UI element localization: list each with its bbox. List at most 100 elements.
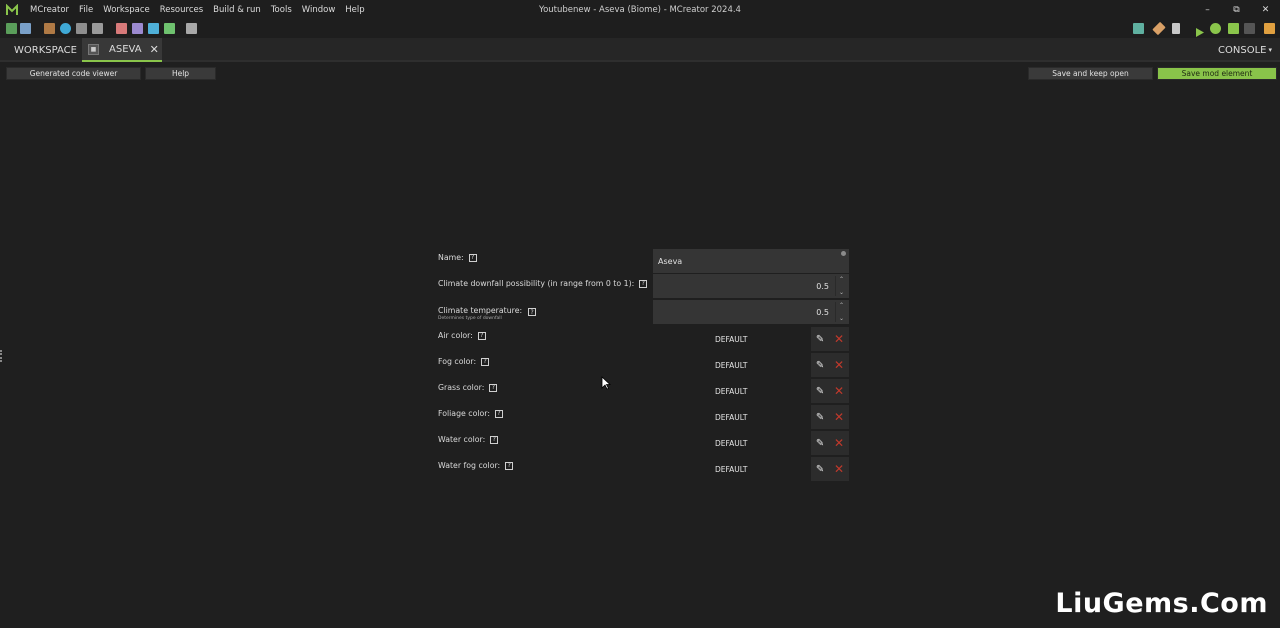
fog-color-value: DEFAULT	[715, 361, 748, 370]
tab-console-label: CONSOLE	[1218, 44, 1267, 56]
sync-icon[interactable]	[60, 23, 71, 34]
menu-workspace[interactable]: Workspace	[98, 5, 154, 15]
title-bar: MCreator File Workspace Resources Build …	[0, 0, 1280, 20]
help-question-icon[interactable]: ?	[468, 253, 477, 262]
menu-window[interactable]: Window	[297, 5, 341, 15]
export-mod-icon[interactable]	[1264, 23, 1275, 34]
water-fog-color-actions: ✎ ✕	[811, 457, 849, 481]
menu-build-run[interactable]: Build & run	[208, 5, 266, 15]
temperature-label-row: Climate temperature: ?	[438, 305, 537, 316]
downfall-spinner[interactable]: 0.5 ⌃ ⌄	[653, 274, 849, 298]
menu-file[interactable]: File	[74, 5, 98, 15]
spinner-arrows[interactable]: ⌃ ⌄	[835, 276, 847, 296]
air-color-value: DEFAULT	[715, 335, 748, 344]
hammer-icon[interactable]	[1172, 23, 1180, 34]
save-mod-element-button[interactable]: Save mod element	[1157, 67, 1277, 80]
temperature-spinner[interactable]: 0.5 ⌃ ⌄	[653, 300, 849, 324]
help-question-icon[interactable]: ?	[489, 383, 498, 392]
fog-color-label: Fog color:	[438, 357, 477, 366]
stop-icon[interactable]	[1244, 23, 1255, 34]
package-icon[interactable]	[44, 23, 55, 34]
tab-console[interactable]: CONSOLE ▾	[1218, 38, 1272, 62]
air-color-label: Air color:	[438, 331, 473, 340]
grass-color-label-row: Grass color: ?	[438, 383, 498, 392]
help-question-icon[interactable]: ?	[481, 357, 490, 366]
resize-handle[interactable]	[0, 350, 3, 362]
pencil-icon[interactable]: ✎	[816, 438, 824, 449]
import-icon[interactable]	[76, 23, 87, 34]
pencil-icon[interactable]: ✎	[816, 360, 824, 371]
pencil-icon[interactable]: ✎	[816, 464, 824, 475]
clear-icon[interactable]: ✕	[834, 359, 844, 371]
name-field[interactable]: Aseva	[653, 249, 849, 273]
pencil-icon[interactable]: ✎	[816, 334, 824, 345]
pencil-icon[interactable]: ✎	[816, 386, 824, 397]
water-fog-color-value: DEFAULT	[715, 465, 748, 474]
water-fog-color-label: Water fog color:	[438, 461, 501, 470]
spinner-arrows[interactable]: ⌃ ⌄	[835, 302, 847, 322]
downfall-value: 0.5	[816, 281, 829, 291]
fog-color-actions: ✎ ✕	[811, 353, 849, 377]
chevron-down-icon[interactable]: ⌄	[839, 289, 844, 296]
model-icon[interactable]	[132, 23, 143, 34]
temperature-sublabel: Determines type of downfall	[438, 316, 502, 321]
help-button[interactable]: Help	[145, 67, 216, 80]
clear-icon[interactable]: ✕	[834, 437, 844, 449]
help-question-icon[interactable]: ?	[490, 435, 499, 444]
pencil-icon[interactable]: ✎	[816, 412, 824, 423]
clear-icon[interactable]: ✕	[834, 463, 844, 475]
help-question-icon[interactable]: ?	[495, 409, 504, 418]
downfall-label: Climate downfall possibility (in range f…	[438, 279, 635, 288]
tab-workspace[interactable]: WORKSPACE	[8, 38, 83, 62]
open-icon[interactable]	[20, 23, 31, 34]
clear-icon[interactable]: ✕	[834, 385, 844, 397]
menu-tools[interactable]: Tools	[266, 5, 297, 15]
build-icon[interactable]	[1152, 21, 1166, 36]
grass-color-actions: ✎ ✕	[811, 379, 849, 403]
help-question-icon[interactable]: ?	[639, 279, 648, 288]
chevron-up-icon[interactable]: ⌃	[839, 302, 844, 309]
window-controls: – ⧉ ✕	[1193, 0, 1280, 20]
workspace-settings-icon[interactable]	[1133, 23, 1144, 34]
export-icon[interactable]	[92, 23, 103, 34]
water-color-value: DEFAULT	[715, 439, 748, 448]
name-value: Aseva	[658, 256, 683, 266]
blocks-icon[interactable]	[164, 23, 175, 34]
structure-icon[interactable]	[148, 23, 159, 34]
texture-icon[interactable]	[116, 23, 127, 34]
chevron-down-icon[interactable]: ⌄	[839, 315, 844, 322]
grass-color-label: Grass color:	[438, 383, 485, 392]
tab-aseva-label: ASEVA	[109, 43, 142, 55]
mcreator-logo-icon	[5, 3, 19, 17]
workspace-icon[interactable]	[6, 23, 17, 34]
info-icon	[841, 251, 846, 256]
tab-aseva[interactable]: ■ ASEVA ✕	[82, 38, 162, 62]
menu-resources[interactable]: Resources	[155, 5, 208, 15]
menu-mcreator[interactable]: MCreator	[25, 5, 74, 15]
biome-icon: ■	[88, 43, 99, 55]
close-window-icon[interactable]: ✕	[1251, 0, 1280, 20]
debug-icon[interactable]	[1210, 23, 1221, 34]
chevron-down-icon: ▾	[1268, 46, 1272, 54]
toolbar	[0, 20, 1280, 38]
menu-help[interactable]: Help	[340, 5, 369, 15]
clear-icon[interactable]: ✕	[834, 333, 844, 345]
water-color-actions: ✎ ✕	[811, 431, 849, 455]
run-server-icon[interactable]	[1228, 23, 1239, 34]
foliage-color-label-row: Foliage color: ?	[438, 409, 504, 418]
folder-icon[interactable]	[186, 23, 197, 34]
run-client-icon[interactable]	[1194, 23, 1205, 37]
save-keep-open-button[interactable]: Save and keep open	[1028, 67, 1153, 80]
help-question-icon[interactable]: ?	[477, 331, 486, 340]
minimize-icon[interactable]: –	[1193, 0, 1222, 20]
close-tab-icon[interactable]: ✕	[150, 43, 159, 56]
clear-icon[interactable]: ✕	[834, 411, 844, 423]
help-question-icon[interactable]: ?	[505, 461, 514, 470]
chevron-up-icon[interactable]: ⌃	[839, 276, 844, 283]
foliage-color-label: Foliage color:	[438, 409, 491, 418]
help-question-icon[interactable]: ?	[528, 308, 537, 316]
restore-icon[interactable]: ⧉	[1222, 0, 1251, 20]
water-color-label: Water color:	[438, 435, 486, 444]
generated-code-viewer-button[interactable]: Generated code viewer	[6, 67, 141, 80]
mouse-cursor-icon	[601, 375, 612, 394]
